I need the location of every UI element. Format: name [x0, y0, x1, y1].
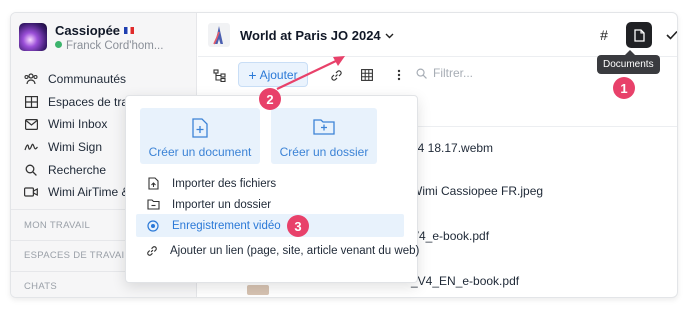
step-badge-1: 1 [613, 77, 635, 99]
annotation-arrow [276, 56, 345, 90]
step-badge-3: 3 [287, 215, 309, 237]
step-badge-2: 2 [259, 88, 281, 110]
